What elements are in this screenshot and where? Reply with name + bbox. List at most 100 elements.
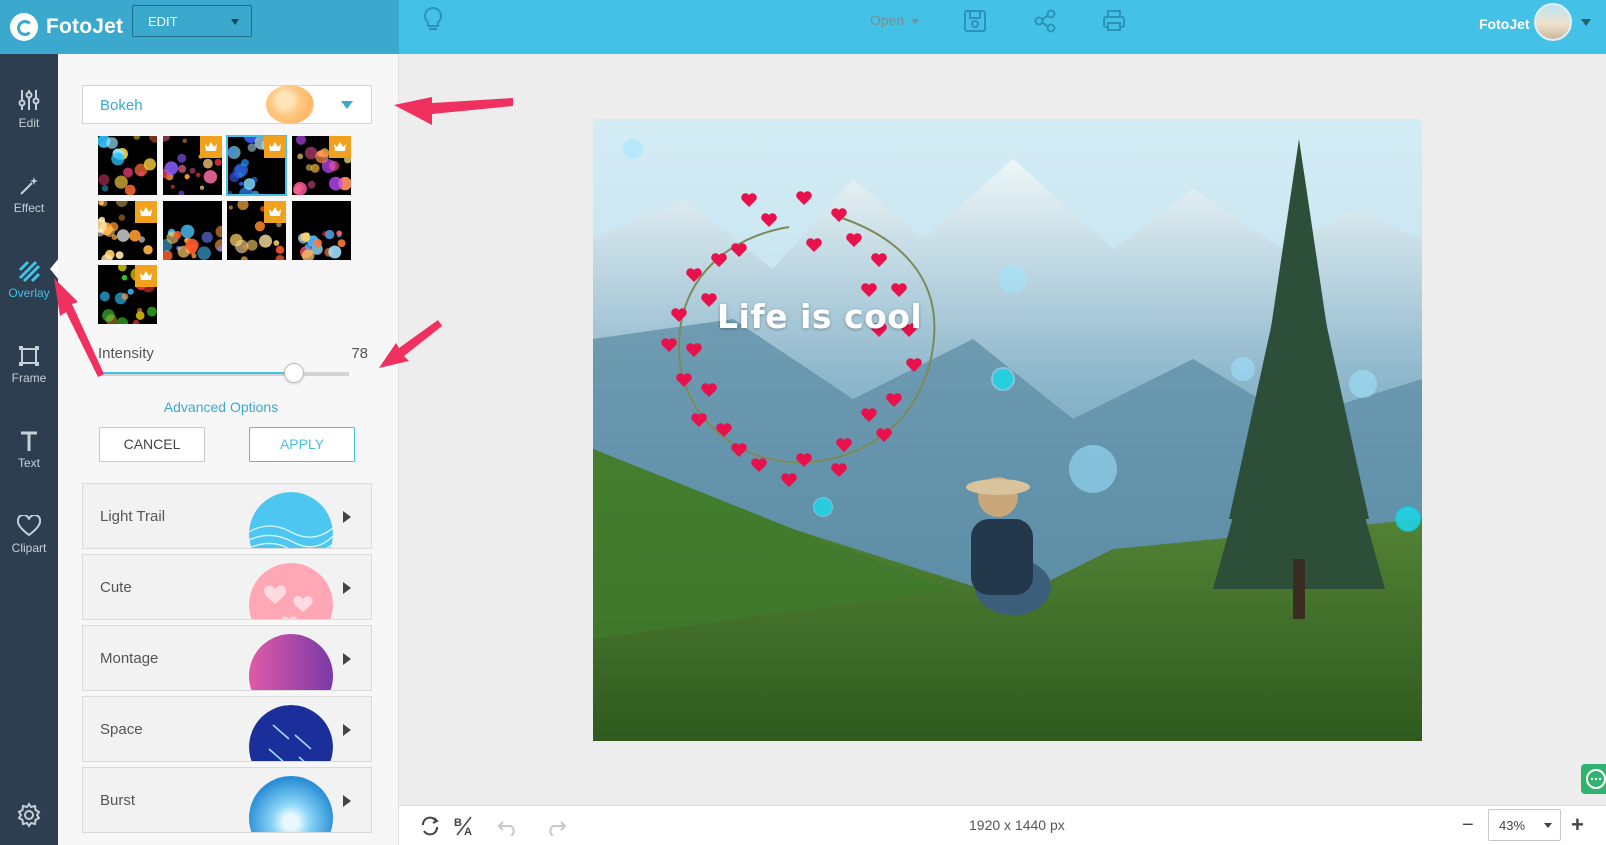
chevron-down-icon (1544, 823, 1552, 828)
category-space[interactable]: Space (82, 696, 372, 762)
gear-icon[interactable] (16, 802, 42, 828)
rail-item-label: Clipart (11, 541, 47, 555)
wreath-heart (861, 408, 877, 422)
wreath-heart (691, 413, 707, 427)
frame-icon (19, 346, 39, 366)
montage-thumbnail-icon (249, 634, 333, 690)
redo-icon[interactable] (545, 818, 567, 836)
rail-item-effect[interactable]: Effect (0, 155, 58, 225)
logo-text: FotoJet (46, 15, 124, 38)
tool-rail: Edit Effect Overlay Frame Text Clipart (0, 54, 58, 845)
wreath-heart (891, 283, 907, 297)
flip-icon[interactable]: B A (453, 815, 475, 837)
zoom-out-button[interactable]: − (1462, 814, 1474, 837)
mode-select-value: EDIT (148, 14, 178, 29)
premium-crown-icon (135, 265, 157, 287)
wreath-heart (751, 458, 767, 472)
heart-icon (17, 515, 41, 537)
chevron-down-icon (231, 19, 239, 25)
rail-item-label: Frame (11, 371, 47, 385)
wreath-heart (661, 338, 677, 352)
avatar[interactable] (1534, 3, 1572, 41)
bokeh-thumbnail[interactable] (291, 136, 351, 195)
premium-crown-icon (264, 200, 286, 223)
category-cute[interactable]: Cute (82, 554, 372, 620)
chevron-down-icon[interactable] (1581, 19, 1591, 26)
cute-thumbnail-icon (249, 563, 333, 619)
rail-item-text[interactable]: Text (0, 410, 58, 480)
canvas-photo[interactable]: Life is cool (593, 119, 1422, 741)
advanced-options-link[interactable]: Advanced Options (116, 399, 326, 415)
chevron-right-icon (343, 653, 351, 665)
bokeh-thumbnail-image (98, 136, 157, 195)
rail-item-edit[interactable]: Edit (0, 68, 58, 138)
share-icon[interactable] (1032, 8, 1058, 34)
wreath-heart (861, 283, 877, 297)
intensity-value: 78 (351, 345, 368, 362)
wreath-heart (731, 243, 747, 257)
category-label: Space (100, 721, 143, 738)
category-montage[interactable]: Montage (82, 625, 372, 691)
rotate-icon[interactable] (419, 816, 441, 836)
svg-text:B: B (454, 817, 462, 829)
chevron-right-icon (343, 724, 351, 736)
wreath-heart (836, 438, 852, 452)
cancel-button[interactable]: CANCEL (99, 427, 205, 462)
intensity-slider[interactable] (98, 363, 349, 383)
zoom-select[interactable]: 43% (1488, 809, 1561, 841)
fotojet-editor: FotoJet EDIT Open FotoJet Edit Effect Ov… (0, 0, 1606, 845)
overlay-category-select[interactable]: Bokeh (82, 85, 372, 124)
rail-item-label: Overlay (8, 286, 50, 300)
annotation-arrow-select (394, 97, 513, 125)
fotojet-logo[interactable]: FotoJet (10, 9, 123, 45)
lightbulb-icon[interactable] (421, 6, 445, 34)
apply-button[interactable]: APPLY (249, 427, 355, 462)
category-light-trail[interactable]: Light Trail (82, 483, 372, 549)
wreath-heart (686, 343, 702, 357)
zoom-in-button[interactable]: + (1571, 812, 1584, 838)
intensity-slider-fill (98, 372, 294, 374)
undo-icon[interactable] (497, 818, 519, 836)
chevron-right-icon (343, 795, 351, 807)
wreath-heart (796, 453, 812, 467)
text-icon (21, 431, 37, 451)
chevron-down-icon (911, 18, 920, 24)
open-menu[interactable]: Open (870, 12, 920, 28)
bokeh-thumbnail[interactable] (162, 200, 222, 260)
wreath-heart (806, 238, 822, 252)
wreath-heart (876, 428, 892, 442)
bokeh-thumbnail[interactable] (98, 265, 157, 324)
save-icon[interactable] (962, 8, 988, 34)
rail-item-frame[interactable]: Frame (0, 325, 58, 395)
user-name[interactable]: FotoJet (1479, 16, 1530, 32)
bokeh-preview-icon (266, 85, 314, 124)
wreath-heart (781, 473, 797, 487)
print-icon[interactable] (1101, 8, 1127, 34)
bokeh-thumbnail[interactable] (98, 200, 157, 260)
chat-button[interactable] (1581, 764, 1606, 794)
rail-item-clipart[interactable]: Clipart (0, 495, 58, 565)
chat-icon (1586, 769, 1606, 789)
intensity-slider-handle[interactable] (283, 363, 304, 383)
wreath-heart (871, 253, 887, 267)
wreath-heart (831, 463, 847, 477)
bokeh-thumbnail[interactable] (291, 200, 351, 260)
bokeh-thumbnail[interactable] (227, 200, 286, 260)
bokeh-thumbnail[interactable] (162, 136, 222, 195)
light-trail-thumbnail-icon (249, 492, 333, 548)
chevron-right-icon (343, 511, 351, 523)
premium-crown-icon (264, 136, 286, 158)
category-burst[interactable]: Burst (82, 767, 372, 833)
bokeh-thumbnail-image (162, 224, 222, 260)
wreath-heart (711, 253, 727, 267)
top-bar: FotoJet EDIT Open FotoJet (0, 0, 1606, 54)
wreath-heart (676, 373, 692, 387)
bokeh-thumbnail[interactable] (98, 136, 157, 195)
wreath-heart (701, 293, 717, 307)
wreath-heart (731, 443, 747, 457)
bokeh-thumbnail[interactable] (226, 135, 287, 196)
mode-select[interactable]: EDIT (132, 5, 252, 37)
canvas-caption-text[interactable]: Life is cool (717, 297, 922, 336)
bokeh-thumbnail-image (297, 229, 346, 260)
wreath-heart (716, 423, 732, 437)
